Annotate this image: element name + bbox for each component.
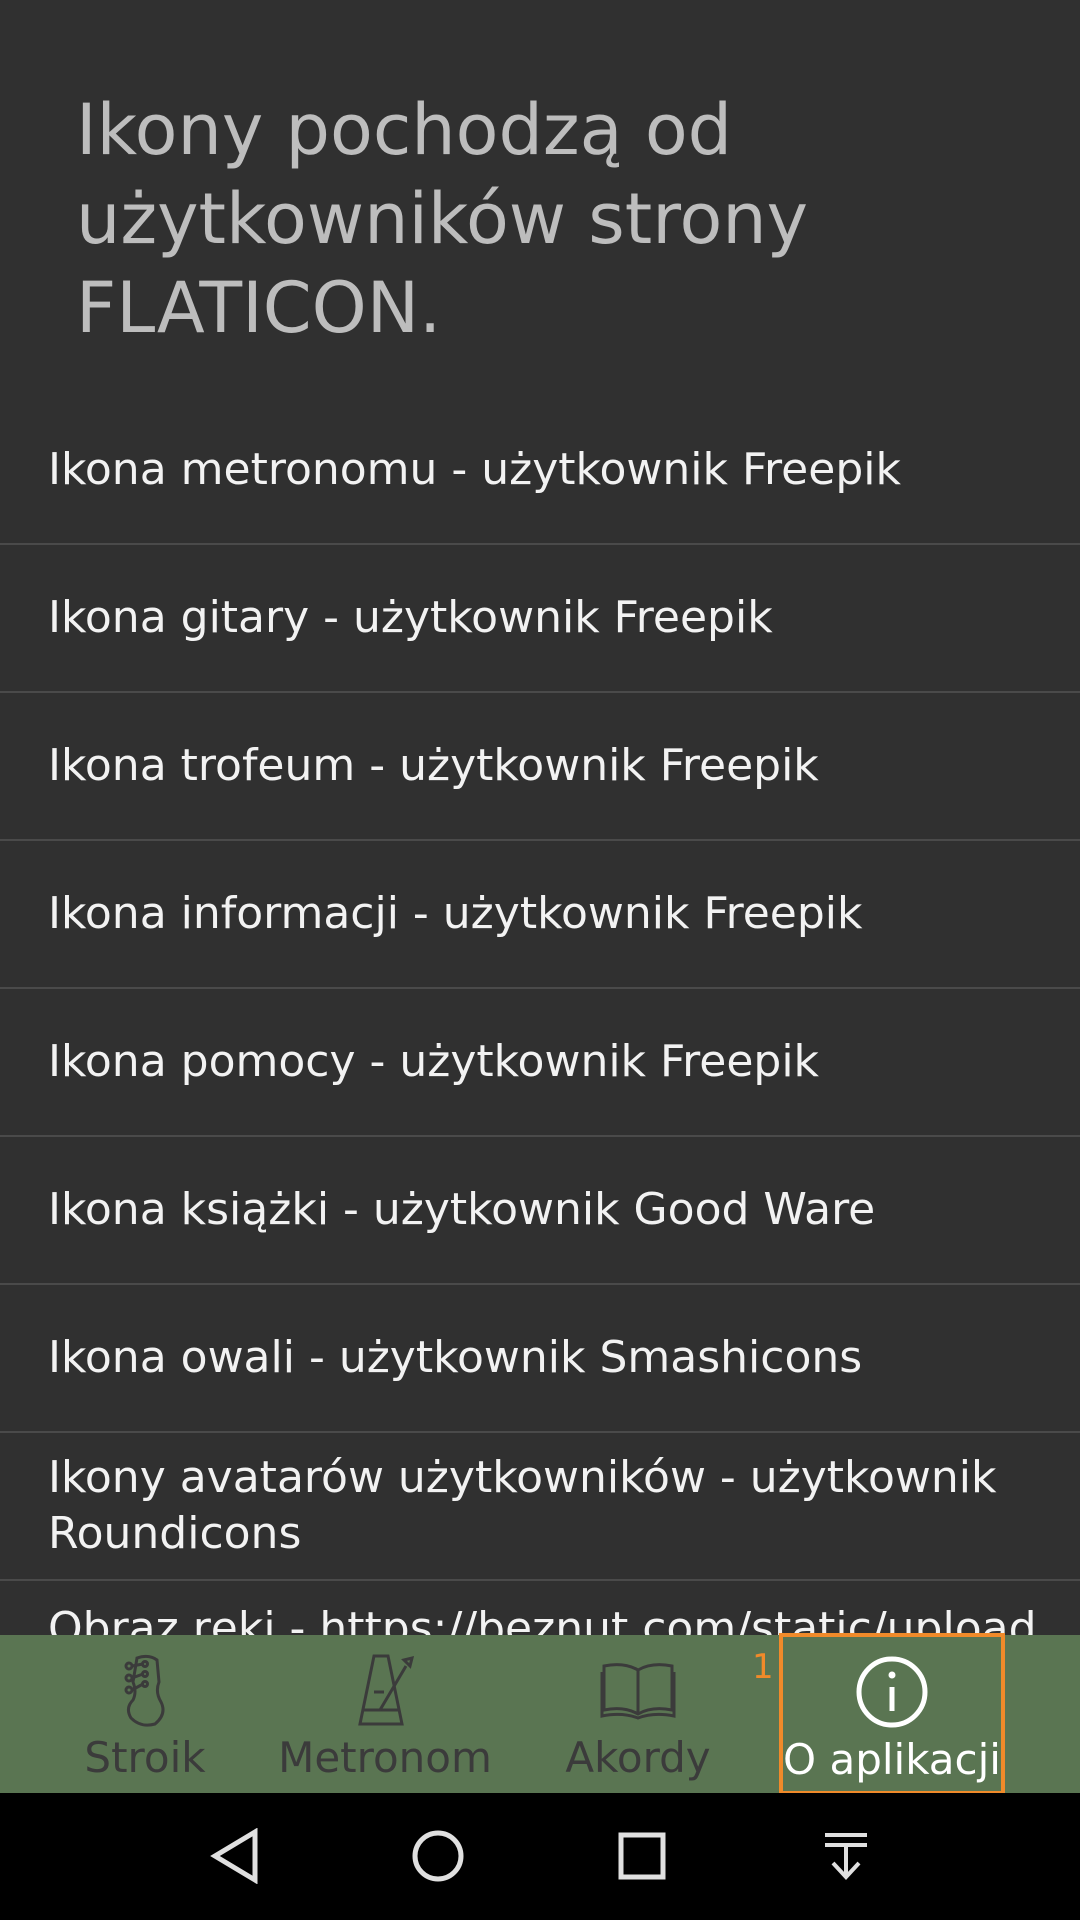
credit-text: Ikona informacji - użytkownik Freepik (48, 888, 863, 939)
tab-tuner[interactable]: Stroik (80, 1635, 210, 1793)
notification-badge: 1 (752, 1647, 774, 1687)
tab-label: Akordy (565, 1733, 711, 1782)
about-content: Ikony pochodzą od użytkowników strony FL… (0, 0, 1080, 1635)
book-icon (600, 1649, 676, 1731)
home-icon[interactable] (403, 1821, 473, 1891)
list-item: Ikona metronomu - użytkownik Freepik (0, 397, 1080, 545)
list-item: Ikona pomocy - użytkownik Freepik (0, 989, 1080, 1137)
tab-chords[interactable]: Akordy (565, 1635, 711, 1793)
credit-text: Ikona trofeum - użytkownik Freepik (48, 740, 819, 791)
list-item: Ikona owali - użytkownik Smashicons (0, 1285, 1080, 1433)
tab-label: Metronom (278, 1733, 492, 1782)
list-item: Ikona książki - użytkownik Good Ware (0, 1137, 1080, 1285)
back-icon[interactable] (200, 1821, 270, 1891)
credit-text: Obraz ręki - https://beznut.com/static/u… (48, 1603, 1037, 1635)
tab-metronome[interactable]: Metronom (278, 1635, 492, 1793)
credit-text: Ikona metronomu - użytkownik Freepik (48, 444, 901, 495)
notification-pull-icon[interactable] (811, 1821, 881, 1891)
recents-icon[interactable] (607, 1821, 677, 1891)
list-item: Ikona trofeum - użytkownik Freepik (0, 693, 1080, 841)
credit-text: Ikona książki - użytkownik Good Ware (48, 1184, 876, 1235)
credit-text: Ikony avatarów użytkowników - użytkownik… (48, 1452, 997, 1559)
list-item: Obraz ręki - https://beznut.com/static/u… (0, 1581, 1080, 1635)
list-item: Ikony avatarów użytkowników - użytkownik… (0, 1433, 1080, 1581)
credit-text: Ikona pomocy - użytkownik Freepik (48, 1036, 820, 1087)
credit-text: Ikona gitary - użytkownik Freepik (48, 592, 773, 643)
tab-label: Stroik (84, 1733, 206, 1782)
tab-about[interactable]: O aplikacji (779, 1633, 1005, 1795)
credits-list: Ikona metronomu - użytkownik Freepik Iko… (0, 397, 1080, 1635)
page-title: Ikony pochodzą od użytkowników strony FL… (76, 89, 809, 349)
credit-text: Ikona owali - użytkownik Smashicons (48, 1332, 863, 1383)
guitar-headstock-icon (115, 1649, 175, 1731)
tab-label: O aplikacji (783, 1735, 1001, 1784)
list-item: Ikona informacji - użytkownik Freepik (0, 841, 1080, 989)
list-item: Ikona gitary - użytkownik Freepik (0, 545, 1080, 693)
metronome-icon (350, 1649, 420, 1731)
bottom-tab-bar: Stroik Metronom Akordy 1 O aplikacji (0, 1633, 1080, 1795)
system-navigation-bar (0, 1793, 1080, 1920)
info-icon (855, 1651, 929, 1733)
